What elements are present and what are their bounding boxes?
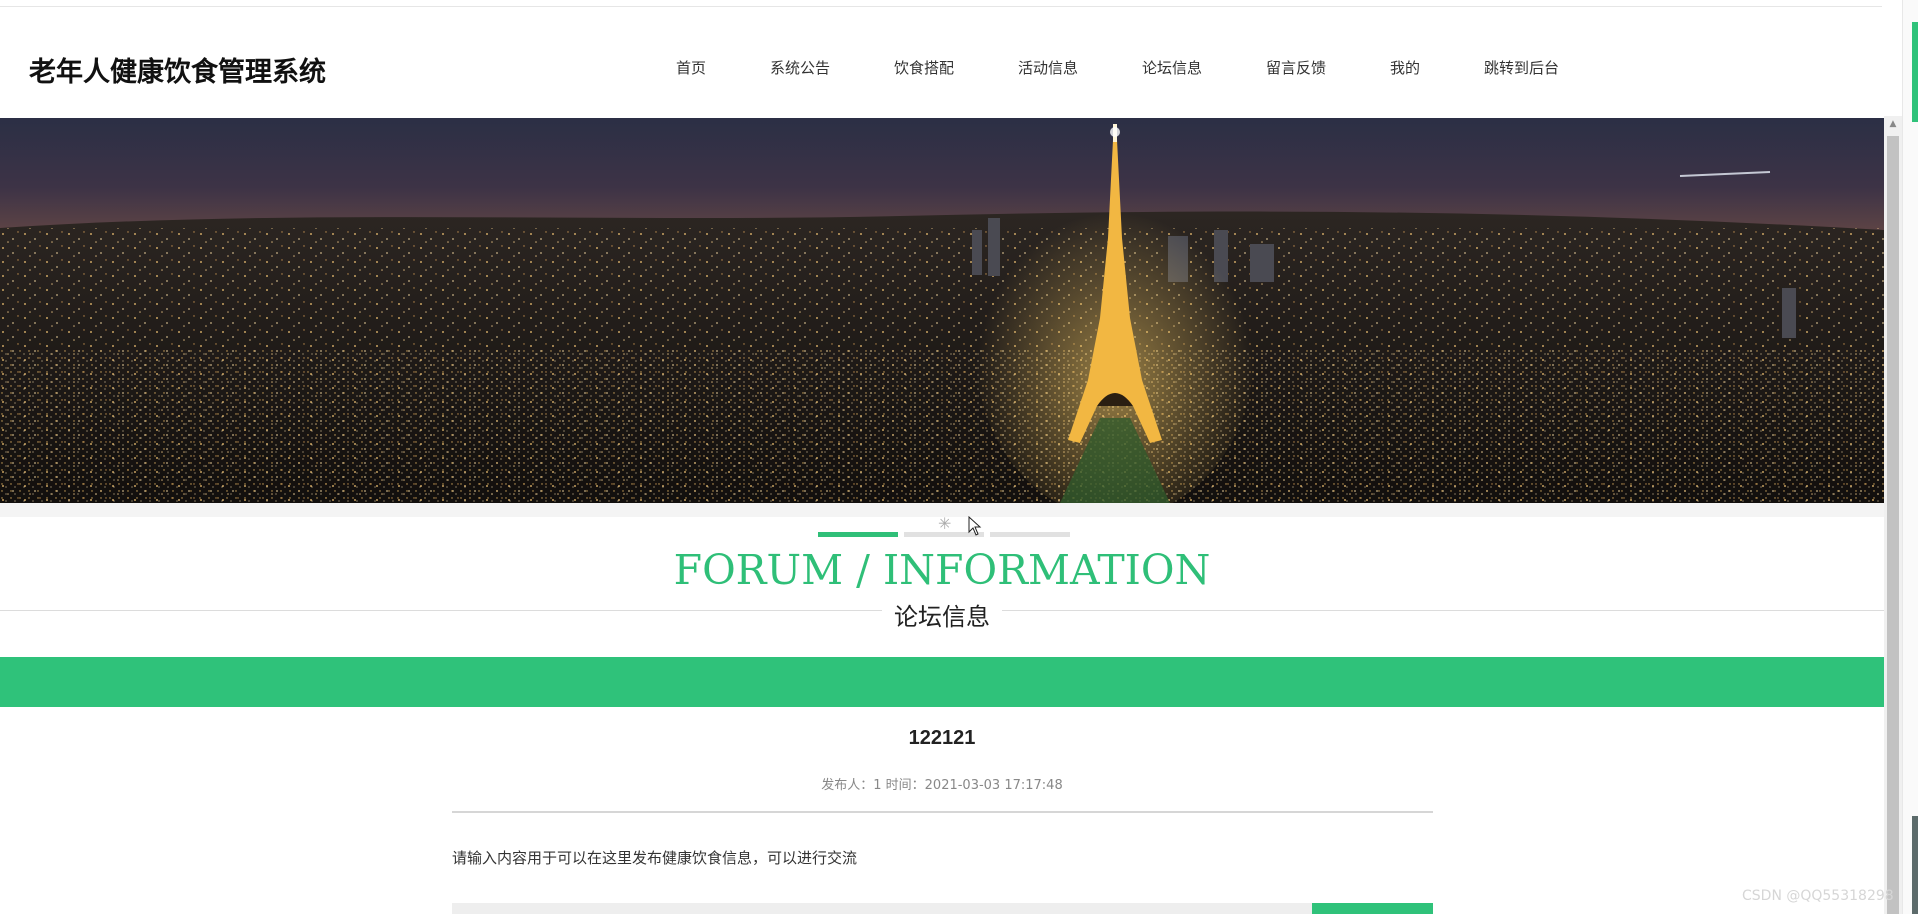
carousel-dot-1[interactable] <box>818 532 898 537</box>
nav-activities[interactable]: 活动信息 <box>1018 57 1078 78</box>
post-divider <box>452 811 1433 813</box>
nav-home[interactable]: 首页 <box>676 57 706 78</box>
window-right-edge <box>1902 0 1918 914</box>
comment-input[interactable] <box>452 903 1312 914</box>
nav-diet-plans[interactable]: 饮食搭配 <box>894 57 954 78</box>
section-title-english: FORUM / INFORMATION <box>673 546 1211 594</box>
watermark: CSDN @QQ55318298 <box>1742 888 1894 904</box>
vertical-scrollbar[interactable]: ▲ <box>1884 116 1902 914</box>
scroll-up-arrow-icon[interactable]: ▲ <box>1884 116 1902 132</box>
nav-forum[interactable]: 论坛信息 <box>1142 57 1202 78</box>
green-banner-bar <box>0 657 1884 707</box>
section-title-chinese: 论坛信息 <box>882 597 1002 632</box>
mouse-cursor-icon <box>968 516 982 536</box>
banner-carousel[interactable] <box>0 118 1884 503</box>
nav-mine[interactable]: 我的 <box>1390 57 1420 78</box>
post-meta: 发布人：1 时间：2021-03-03 17:17:48 <box>821 778 1063 793</box>
banner-image <box>0 118 1884 503</box>
post-content: 请输入内容用于可以在这里发布健康饮食信息，可以进行交流 <box>452 849 858 867</box>
nav-admin[interactable]: 跳转到后台 <box>1484 57 1559 78</box>
post-title: 122121 <box>908 727 976 749</box>
section-title-chinese-wrap: 论坛信息 <box>0 597 1884 632</box>
nav-announcements[interactable]: 系统公告 <box>770 57 830 78</box>
edge-accent-strip <box>1912 22 1918 122</box>
comment-submit-button[interactable] <box>1312 903 1433 914</box>
carousel-dot-3[interactable] <box>990 532 1070 537</box>
scrollbar-thumb[interactable] <box>1887 136 1899 914</box>
nav-feedback[interactable]: 留言反馈 <box>1266 57 1326 78</box>
site-header: 老年人健康饮食管理系统 首页 系统公告 饮食搭配 活动信息 论坛信息 留言反馈 … <box>0 7 1884 117</box>
loading-spinner-icon: ✳ <box>938 514 952 533</box>
edge-dark-strip <box>1912 816 1918 914</box>
main-nav: 首页 系统公告 饮食搭配 活动信息 论坛信息 留言反馈 我的 跳转到后台 <box>0 57 1884 81</box>
